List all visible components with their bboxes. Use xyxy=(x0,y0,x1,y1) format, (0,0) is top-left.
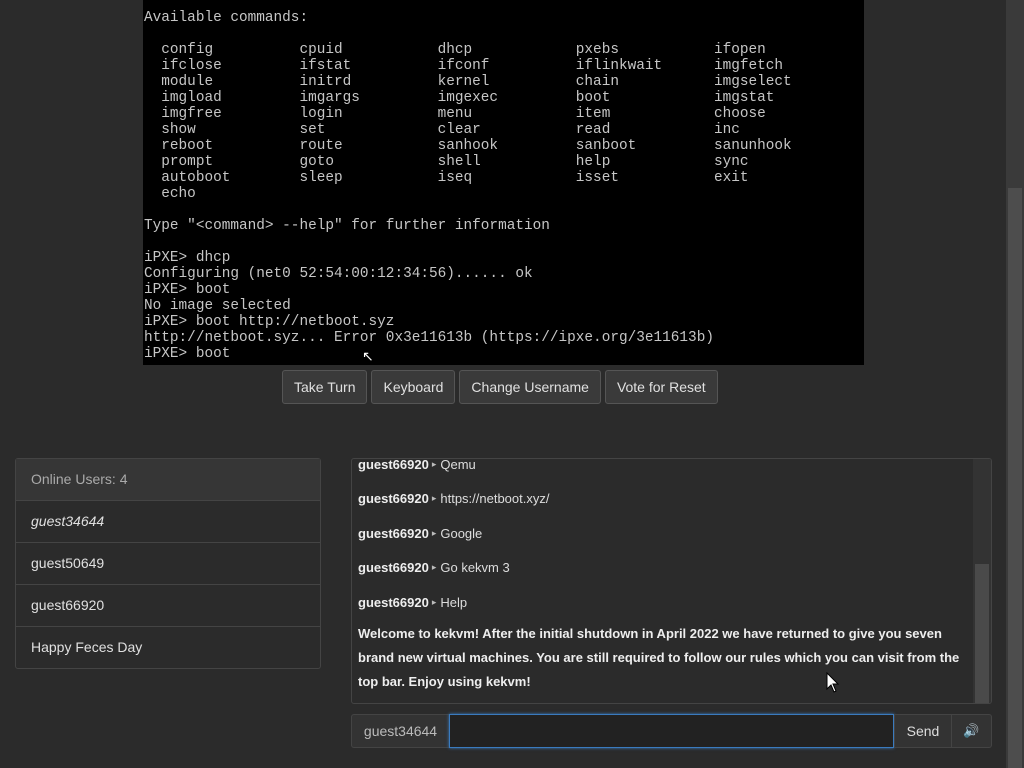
arrow-right-icon: ▸ xyxy=(431,596,437,607)
chat-scrollbar[interactable] xyxy=(973,459,991,703)
chat-username: guest66920 xyxy=(358,491,429,507)
arrow-right-icon: ▸ xyxy=(431,493,437,504)
vm-mouse-cursor-icon: ↖ xyxy=(362,348,374,364)
chat-text: Qemu xyxy=(440,458,476,472)
vm-controls: Take Turn Keyboard Change Username Vote … xyxy=(282,370,718,404)
chat-text: Go kekvm 3 xyxy=(440,560,510,576)
vote-reset-button[interactable]: Vote for Reset xyxy=(604,370,718,404)
page-scrollbar[interactable] xyxy=(1006,0,1024,768)
chat-panel: guest66920 ▸ Qemu guest66920 ▸ https://netbo… xyxy=(351,458,992,704)
user-item[interactable]: guest50649 xyxy=(16,543,320,585)
chat-username: guest66920 xyxy=(358,594,429,610)
chat-username: guest66920 xyxy=(358,458,429,472)
keyboard-button[interactable]: Keyboard xyxy=(371,370,456,404)
chat-message: guest66920 ▸ Help xyxy=(358,585,970,620)
change-username-button[interactable]: Change Username xyxy=(459,370,601,404)
chat-message: guest66920 ▸ Go kekvm 3 xyxy=(358,551,970,586)
user-item[interactable]: Happy Feces Day xyxy=(16,627,320,668)
chat-message: guest66920 ▸ https://netboot.xyz/ xyxy=(358,482,970,517)
chat-text: Help xyxy=(440,594,468,610)
send-button[interactable]: Send xyxy=(894,714,952,748)
chat-message: guest66920 ▸ Qemu xyxy=(358,458,970,482)
chat-username: guest66920 xyxy=(358,560,429,576)
chat-input[interactable] xyxy=(449,714,894,748)
arrow-right-icon: ▸ xyxy=(431,458,437,469)
vm-console-text: Available commands: config cpuid dhcp px… xyxy=(144,10,792,362)
online-users-panel: Online Users: 4 guest34644 guest50649 gu… xyxy=(15,458,321,669)
user-item[interactable]: guest34644 xyxy=(16,501,320,543)
chat-scrollbar-thumb[interactable] xyxy=(975,564,989,703)
speaker-icon[interactable]: 🔊 xyxy=(952,714,992,748)
chat-text: Google xyxy=(440,525,483,541)
take-turn-button[interactable]: Take Turn xyxy=(282,370,368,404)
chat-username: guest66920 xyxy=(358,525,429,541)
chat-text: https://netboot.xyz/ xyxy=(440,491,550,507)
arrow-right-icon: ▸ xyxy=(431,562,437,573)
user-item[interactable]: guest66920 xyxy=(16,585,320,627)
chat-username-label: guest34644 xyxy=(351,714,449,748)
chat-system-message: Welcome to kekvm! After the initial shut… xyxy=(358,625,960,689)
chat-input-row: guest34644 Send 🔊 xyxy=(351,714,992,748)
chat-message-list: guest66920 ▸ Qemu guest66920 ▸ https://netbo… xyxy=(358,458,970,694)
page-scrollbar-thumb[interactable] xyxy=(1008,188,1022,768)
mouse-pointer-icon xyxy=(826,672,840,693)
online-users-header: Online Users: 4 xyxy=(16,459,320,501)
chat-message: guest66920 ▸ Google xyxy=(358,516,970,551)
arrow-right-icon: ▸ xyxy=(431,527,437,538)
vm-screen[interactable]: Available commands: config cpuid dhcp px… xyxy=(143,0,864,365)
